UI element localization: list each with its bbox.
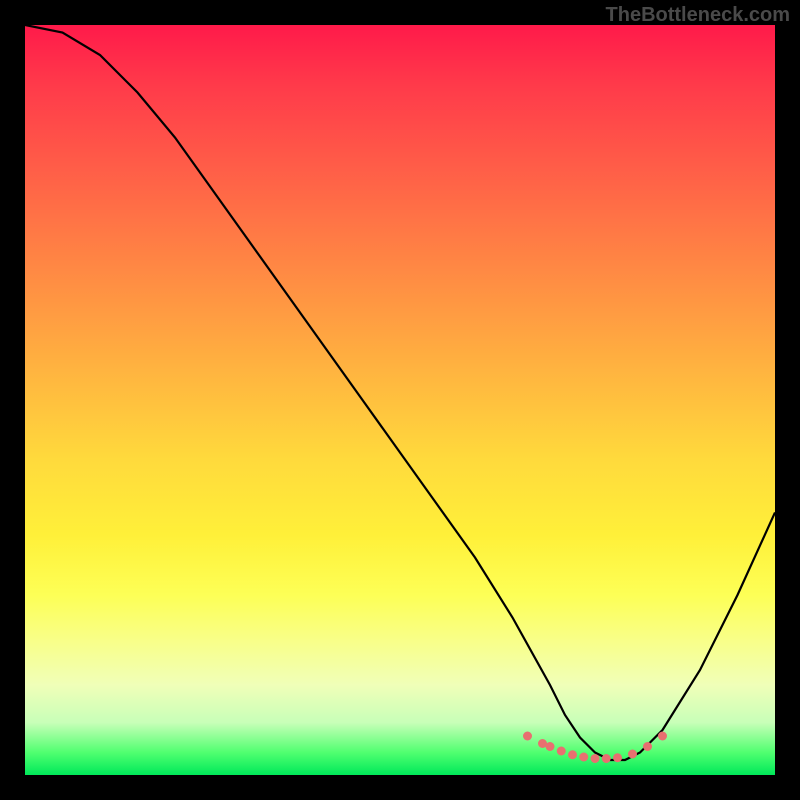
marker-dot: [643, 742, 652, 751]
chart-svg: [25, 25, 775, 775]
marker-dot: [602, 754, 611, 763]
marker-dot: [523, 732, 532, 741]
bottleneck-curve-line: [25, 25, 775, 760]
marker-dot: [591, 754, 600, 763]
marker-dot: [628, 750, 637, 759]
chart-plot-area: [25, 25, 775, 775]
watermark-text: TheBottleneck.com: [606, 4, 790, 27]
optimal-range-markers: [523, 732, 667, 764]
marker-dot: [546, 742, 555, 751]
marker-dot: [579, 753, 588, 762]
marker-dot: [613, 753, 622, 762]
marker-dot: [568, 750, 577, 759]
marker-dot: [557, 747, 566, 756]
marker-dot: [658, 732, 667, 741]
